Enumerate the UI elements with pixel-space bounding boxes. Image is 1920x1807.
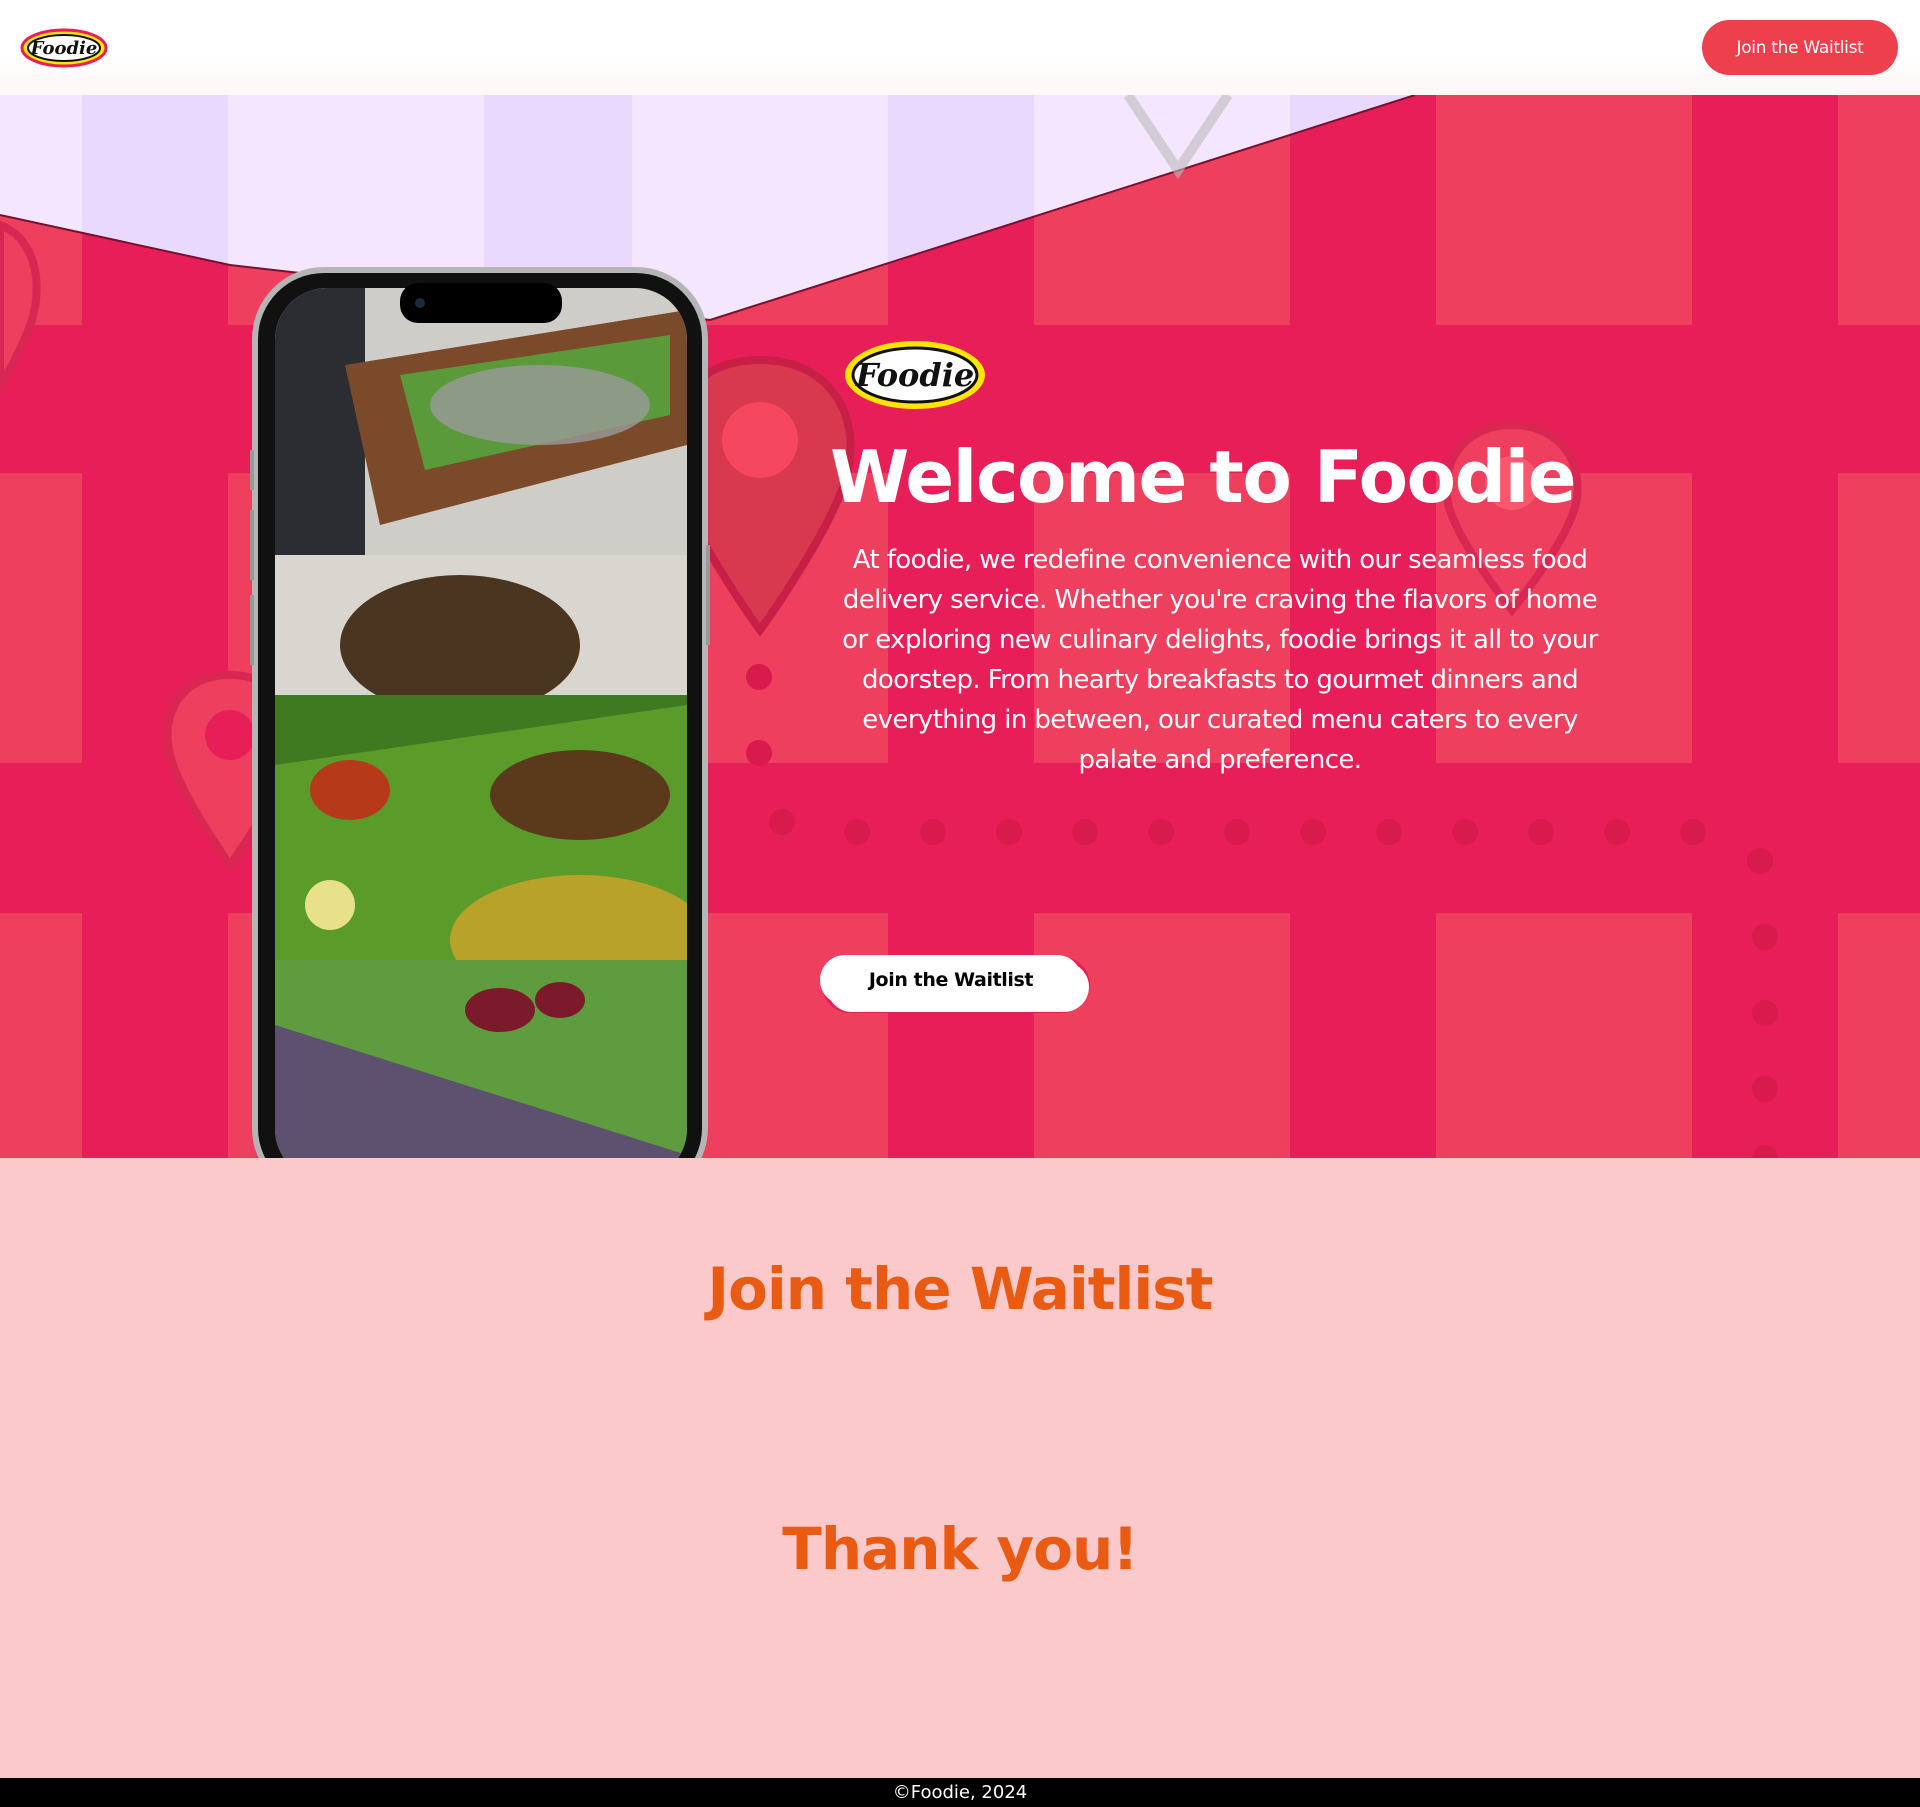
hero-title: Welcome to Foodie	[830, 435, 1577, 519]
hero-join-waitlist-button[interactable]: Join the Waitlist	[820, 955, 1082, 1005]
header-join-waitlist-button[interactable]: Join the Waitlist	[1702, 20, 1898, 75]
hero-description: At foodie, we redefine convenience with …	[842, 545, 1598, 775]
logo-text: Foodie	[855, 356, 975, 394]
waitlist-title: Join the Waitlist	[707, 1255, 1214, 1323]
copyright-text: ©Foodie, 2024	[892, 1782, 1028, 1803]
foodie-logo[interactable]: Foodie	[20, 26, 108, 70]
hero-section: Foodie Welcome to Foodie At foodie, we r…	[0, 95, 1920, 1158]
site-footer: ©Foodie, 2024	[0, 1778, 1920, 1807]
site-header: Foodie Join the Waitlist	[0, 0, 1920, 95]
phone-mockup	[250, 267, 710, 1158]
foodie-logo: Foodie	[841, 337, 989, 413]
thank-you-message: Thank you!	[782, 1515, 1138, 1583]
logo-text: Foodie	[30, 38, 98, 59]
food-video[interactable]	[275, 288, 710, 1158]
